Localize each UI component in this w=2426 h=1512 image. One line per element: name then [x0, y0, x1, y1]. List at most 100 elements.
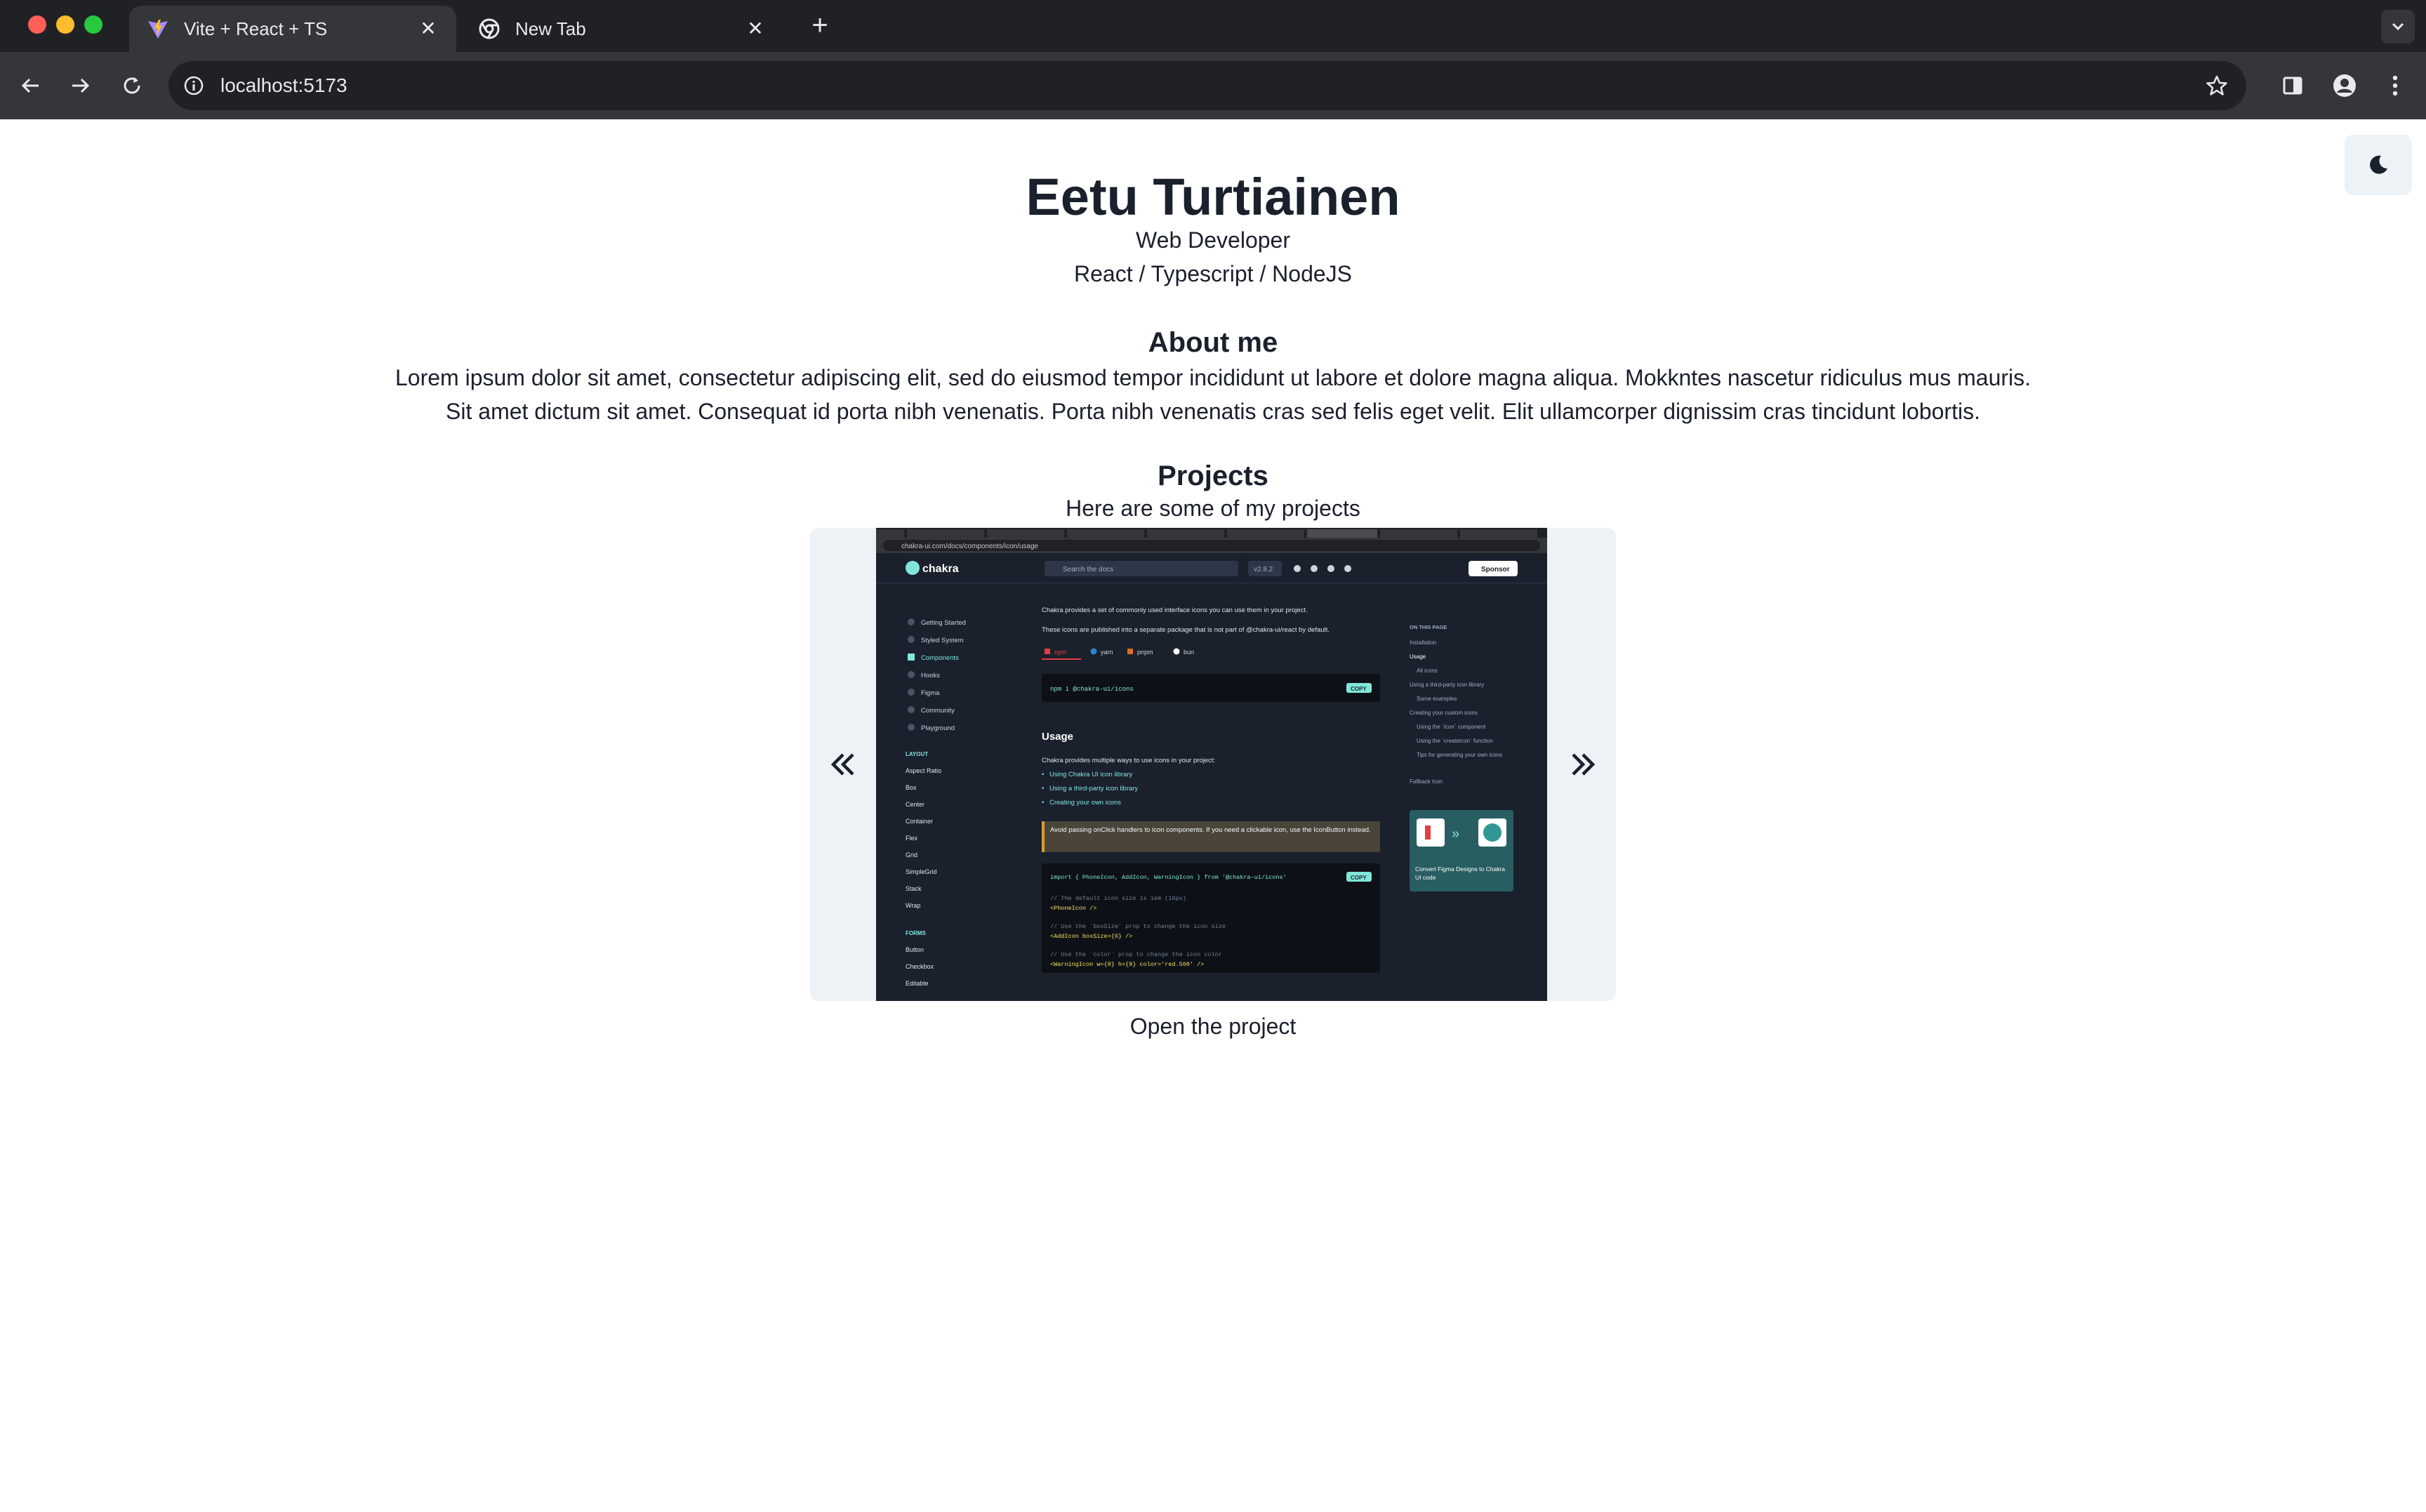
- svg-text:Using the `createIcon` functio: Using the `createIcon` function: [1417, 738, 1493, 744]
- address-bar[interactable]: localhost:5173: [168, 61, 2246, 110]
- browser-toolbar: localhost:5173: [0, 52, 2426, 119]
- browser-menu-button[interactable]: [2377, 67, 2413, 104]
- double-chevron-left-icon: [830, 753, 854, 776]
- svg-text:Playground: Playground: [921, 724, 955, 732]
- browser-tab-bar: Vite + React + TS ✕ New Tab ✕ +: [0, 0, 2426, 52]
- tab-vite-react[interactable]: Vite + React + TS ✕: [129, 6, 456, 52]
- svg-text:Wrap: Wrap: [906, 902, 920, 909]
- svg-text:npm: npm: [1054, 649, 1067, 656]
- more-vertical-icon: [2392, 75, 2398, 96]
- svg-text:»: »: [1452, 826, 1459, 842]
- svg-text:Some examples: Some examples: [1417, 696, 1457, 702]
- minimize-window-button[interactable]: [56, 15, 74, 34]
- about-line-1: Lorem ipsum dolor sit amet, consectetur …: [395, 365, 2031, 390]
- profile-icon: [2333, 74, 2356, 97]
- svg-text:Checkbox: Checkbox: [906, 963, 934, 970]
- vite-icon: [146, 17, 170, 41]
- arrow-left-icon: [21, 78, 39, 93]
- tab-new-tab[interactable]: New Tab ✕: [460, 6, 783, 52]
- chakra-logo: chakra: [922, 563, 959, 575]
- svg-text:Hooks: Hooks: [921, 672, 940, 679]
- svg-text:Fallback Icon: Fallback Icon: [1410, 778, 1443, 785]
- svg-text:SimpleGrid: SimpleGrid: [906, 868, 937, 875]
- svg-text:bun: bun: [1184, 649, 1194, 656]
- svg-text:Stack: Stack: [906, 885, 922, 892]
- address-url[interactable]: localhost:5173: [220, 61, 347, 110]
- about-line-2: Sit amet dictum sit amet. Consequat id p…: [446, 399, 1980, 424]
- job-title: Web Developer: [1136, 227, 1290, 253]
- svg-text:COPY: COPY: [1351, 686, 1367, 692]
- svg-text:Using Chakra UI icon library: Using Chakra UI icon library: [1049, 771, 1133, 778]
- svg-text:•: •: [1042, 785, 1044, 793]
- svg-text:Button: Button: [906, 946, 924, 953]
- chevron-down-icon: [2392, 22, 2404, 31]
- side-panel-button[interactable]: [2274, 67, 2311, 104]
- svg-text:FORMS: FORMS: [906, 930, 927, 936]
- profile-button[interactable]: [2326, 67, 2363, 104]
- tab-title: New Tab: [515, 18, 586, 39]
- svg-text:Tips for generating your own i: Tips for generating your own icons: [1417, 752, 1502, 758]
- double-chevron-right-icon: [1572, 753, 1596, 776]
- reload-icon: [124, 77, 140, 94]
- mini-sponsor: Sponsor: [1481, 566, 1510, 573]
- open-project-link[interactable]: Open the project: [0, 1014, 2426, 1040]
- side-panel-icon: [2283, 77, 2302, 95]
- svg-text:Editable: Editable: [906, 980, 929, 987]
- svg-text:ON THIS PAGE: ON THIS PAGE: [1410, 624, 1447, 630]
- page-title: Eetu Turtiainen: [1026, 168, 1400, 226]
- svg-text:yarn: yarn: [1101, 649, 1113, 656]
- reload-button[interactable]: [114, 67, 150, 104]
- svg-text:Chakra provides a set of commo: Chakra provides a set of commonly used i…: [1042, 606, 1308, 614]
- svg-text:LAYOUT: LAYOUT: [906, 751, 928, 757]
- svg-text:Container: Container: [906, 818, 933, 825]
- project-screenshot[interactable]: chakra-ui.com/docs/components/icon/usage…: [876, 528, 1547, 1001]
- svg-text:<WarningIcon w={8} h={8} color: <WarningIcon w={8} h={8} color='red.500'…: [1050, 961, 1204, 968]
- bookmark-star-icon[interactable]: [2201, 70, 2232, 101]
- svg-text:Creating your custom icons: Creating your custom icons: [1410, 710, 1478, 716]
- svg-text:Community: Community: [921, 707, 955, 715]
- svg-text:Center: Center: [906, 801, 924, 808]
- site-info-icon[interactable]: [181, 73, 206, 98]
- svg-text:import { PhoneIcon, AddIcon, W: import { PhoneIcon, AddIcon, WarningIcon…: [1050, 874, 1287, 881]
- tab-search-button[interactable]: [2381, 10, 2415, 44]
- projects-subtitle: Here are some of my projects: [1066, 496, 1360, 521]
- close-window-button[interactable]: [28, 15, 46, 34]
- project-carousel: chakra-ui.com/docs/components/icon/usage…: [810, 528, 1616, 1001]
- svg-text:<PhoneIcon />: <PhoneIcon />: [1050, 905, 1096, 912]
- back-button[interactable]: [13, 67, 49, 104]
- svg-text:pnpm: pnpm: [1137, 649, 1153, 656]
- mini-version: v2.8.2: [1254, 566, 1273, 573]
- mini-url: chakra-ui.com/docs/components/icon/usage: [901, 543, 1039, 550]
- svg-text:These icons are published into: These icons are published into a separat…: [1042, 626, 1330, 634]
- new-tab-button[interactable]: +: [804, 10, 835, 41]
- svg-text:Aspect Ratio: Aspect Ratio: [906, 767, 941, 774]
- svg-text:COPY: COPY: [1351, 875, 1367, 881]
- close-tab-icon[interactable]: ✕: [417, 18, 439, 40]
- svg-text:All icons: All icons: [1417, 668, 1438, 674]
- carousel-next-button[interactable]: [1550, 528, 1616, 1001]
- projects-heading: Projects: [1158, 460, 1268, 491]
- svg-text:// Use the `boxSize` prop to c: // Use the `boxSize` prop to change the …: [1050, 923, 1226, 930]
- portfolio-page: Eetu Turtiainen Web Developer React / Ty…: [0, 119, 2426, 1512]
- tech-stack: React / Typescript / NodeJS: [1073, 261, 1353, 286]
- svg-text:// Use the `color` prop to cha: // Use the `color` prop to change the ic…: [1050, 951, 1222, 958]
- svg-text:•: •: [1042, 799, 1044, 807]
- svg-text:Chakra provides multiple ways: Chakra provides multiple ways to use ico…: [1042, 757, 1215, 764]
- svg-text:Usage: Usage: [1410, 654, 1426, 660]
- svg-text:<AddIcon boxSize={6} />: <AddIcon boxSize={6} />: [1050, 933, 1132, 940]
- mini-search: Search the docs: [1063, 566, 1113, 573]
- fullscreen-window-button[interactable]: [84, 15, 102, 34]
- svg-text:Creating your own icons: Creating your own icons: [1049, 799, 1121, 807]
- svg-text:Grid: Grid: [906, 851, 917, 858]
- svg-text:Components: Components: [921, 654, 959, 662]
- svg-text:Styled System: Styled System: [921, 637, 964, 644]
- svg-text:Figma: Figma: [921, 689, 940, 697]
- forward-button[interactable]: [62, 67, 98, 104]
- svg-text:Flex: Flex: [906, 835, 918, 842]
- chrome-icon: [477, 17, 501, 41]
- carousel-prev-button[interactable]: [810, 528, 876, 1001]
- svg-text:Using the `Icon` component: Using the `Icon` component: [1417, 724, 1486, 730]
- svg-text:Getting Started: Getting Started: [921, 619, 966, 627]
- about-text: Lorem ipsum dolor sit amet, consectetur …: [0, 361, 2426, 428]
- close-tab-icon[interactable]: ✕: [744, 18, 767, 40]
